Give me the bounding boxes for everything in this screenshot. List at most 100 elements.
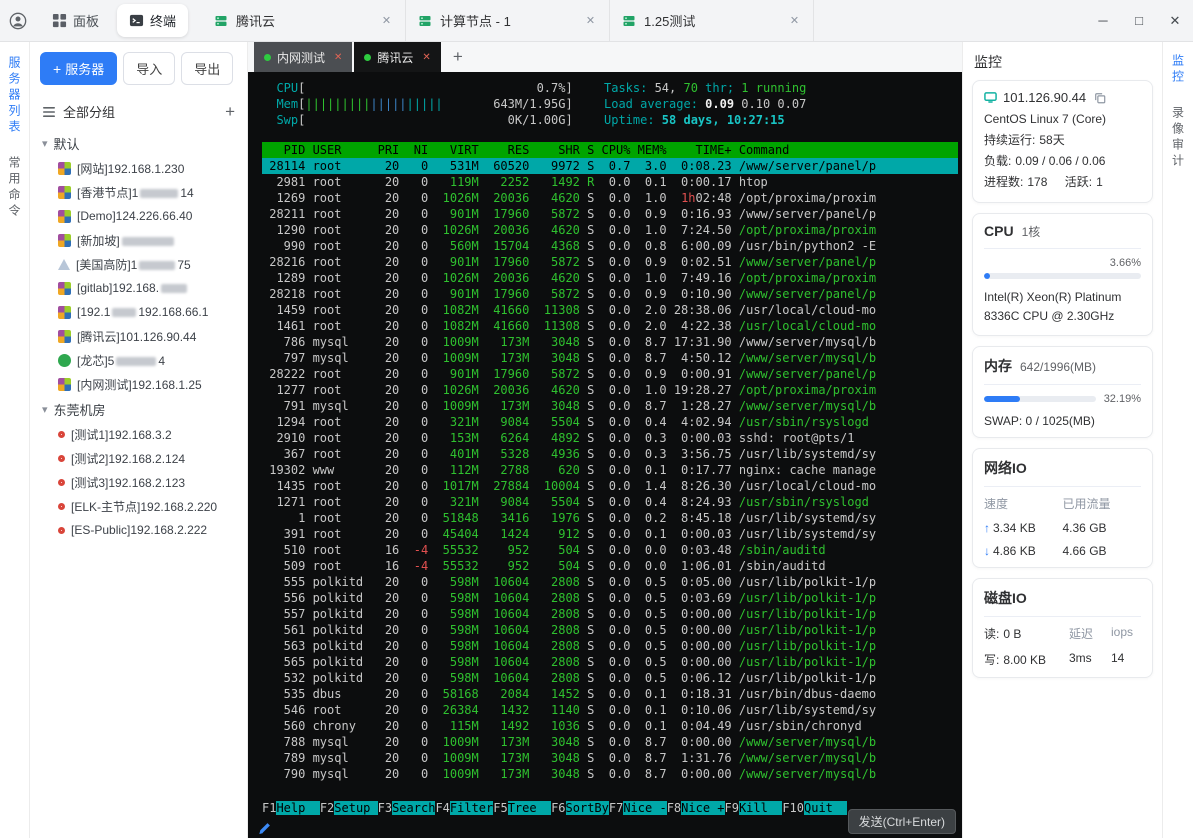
disk-read-value: 0 B — [1003, 627, 1022, 641]
process-row[interactable]: 1289 root 20 0 1026M 20036 4620 S 0.0 1.… — [262, 270, 958, 286]
process-row[interactable]: 1290 root 20 0 1026M 20036 4620 S 0.0 1.… — [262, 222, 958, 238]
process-row[interactable]: 2910 root 20 0 153M 6264 4892 S 0.0 0.3 … — [262, 430, 958, 446]
all-groups-row[interactable]: 全部分组 + — [30, 93, 247, 128]
process-row[interactable]: 1294 root 20 0 321M 9084 5504 S 0.0 0.4 … — [262, 414, 958, 430]
edit-pencil-icon[interactable] — [258, 821, 272, 835]
server-item[interactable]: [内网测试]192.168.1.25 — [30, 372, 247, 396]
process-row[interactable]: 789 mysql 20 0 1009M 173M 3048 S 0.0 8.7… — [262, 750, 958, 766]
process-row[interactable]: 790 mysql 20 0 1009M 173M 3048 S 0.0 8.7… — [262, 766, 958, 782]
left-strip-item[interactable]: 服务器列表 — [6, 56, 23, 136]
server-item[interactable]: [龙芯]5 4 — [30, 348, 247, 372]
fkey-action[interactable]: Search — [392, 801, 436, 815]
process-row[interactable]: 1435 root 20 0 1017M 27884 10004 S 0.0 1… — [262, 478, 958, 494]
disk-iops-value: 14 — [1111, 651, 1125, 665]
fkey-action[interactable]: SortBy — [565, 801, 609, 815]
process-row[interactable]: 1459 root 20 0 1082M 41660 11308 S 0.0 2… — [262, 302, 958, 318]
server-item[interactable]: [新加坡] — [30, 228, 247, 252]
process-row[interactable]: 797 mysql 20 0 1009M 173M 3048 S 0.0 8.7… — [262, 350, 958, 366]
nav-tab-terminal[interactable]: 终端 — [117, 4, 189, 37]
process-row[interactable]: 28218 root 20 0 901M 17960 5872 S 0.0 0.… — [262, 286, 958, 302]
process-row[interactable]: 532 polkitd 20 0 598M 10604 2808 S 0.0 0… — [262, 670, 958, 686]
close-session-icon[interactable]: ✕ — [380, 12, 393, 29]
process-row[interactable]: 1271 root 20 0 321M 9084 5504 S 0.0 0.4 … — [262, 494, 958, 510]
close-button[interactable]: ✕ — [1157, 7, 1193, 35]
process-row[interactable]: 556 polkitd 20 0 598M 10604 2808 S 0.0 0… — [262, 590, 958, 606]
process-row[interactable]: 535 dbus 20 0 58168 2084 1452 S 0.0 0.1 … — [262, 686, 958, 702]
process-row[interactable]: 561 polkitd 20 0 598M 10604 2808 S 0.0 0… — [262, 622, 958, 638]
terminal-screen[interactable]: CPU[ 0.7%] Tasks: 54, 70 thr; 1 running M… — [248, 72, 962, 838]
process-row[interactable]: 1461 root 20 0 1082M 41660 11308 S 0.0 2… — [262, 318, 958, 334]
server-item[interactable]: [美国高防]1 75 — [30, 252, 247, 276]
process-row[interactable]: 990 root 20 0 560M 15704 4368 S 0.0 0.8 … — [262, 238, 958, 254]
server-item[interactable]: [香港节点]1 14 — [30, 180, 247, 204]
process-row[interactable]: 555 polkitd 20 0 598M 10604 2808 S 0.0 0… — [262, 574, 958, 590]
process-row[interactable]: 28211 root 20 0 901M 17960 5872 S 0.0 0.… — [262, 206, 958, 222]
export-button[interactable]: 导出 — [181, 52, 234, 85]
close-session-icon[interactable]: ✕ — [788, 12, 801, 29]
fkey-action[interactable]: Nice - — [623, 801, 667, 815]
server-group[interactable]: ▾ 东莞机房 — [30, 396, 247, 422]
process-row[interactable]: 19302 www 20 0 112M 2788 620 S 0.0 0.1 0… — [262, 462, 958, 478]
add-group-button[interactable]: + — [225, 103, 235, 120]
session-tab[interactable]: 计算节点 - 1 ✕ — [405, 0, 611, 41]
server-item[interactable]: [测试1]192.168.3.2 — [30, 422, 247, 446]
left-strip-item[interactable]: 常用命令 — [6, 156, 23, 220]
process-row[interactable]: 28222 root 20 0 901M 17960 5872 S 0.0 0.… — [262, 366, 958, 382]
minimize-button[interactable]: ─ — [1085, 7, 1121, 34]
right-strip-item[interactable]: 监控 — [1170, 54, 1187, 86]
server-item[interactable]: [测试3]192.168.2.123 — [30, 470, 247, 494]
process-row[interactable]: 2981 root 20 0 119M 2252 1492 R 0.0 0.1 … — [262, 174, 958, 190]
close-terminal-tab-icon[interactable]: ✕ — [422, 52, 430, 63]
terminal-tab[interactable]: 腾讯云 ✕ — [354, 42, 441, 72]
process-row[interactable]: 557 polkitd 20 0 598M 10604 2808 S 0.0 0… — [262, 606, 958, 622]
close-terminal-tab-icon[interactable]: ✕ — [334, 52, 342, 63]
session-tab[interactable]: 腾讯云 ✕ — [202, 0, 407, 41]
server-item[interactable]: [测试2]192.168.2.124 — [30, 446, 247, 470]
process-row[interactable]: 28114 root 20 0 531M 60520 9972 S 0.7 3.… — [262, 158, 958, 174]
fkey-action[interactable]: Tree — [507, 801, 552, 815]
process-row[interactable]: 28216 root 20 0 901M 17960 5872 S 0.0 0.… — [262, 254, 958, 270]
process-row[interactable]: 1269 root 20 0 1026M 20036 4620 S 0.0 1.… — [262, 190, 958, 206]
process-row[interactable]: 509 root 16 -4 55532 952 504 S 0.0 0.0 1… — [262, 558, 958, 574]
right-strip-item[interactable]: 录像审计 — [1170, 106, 1187, 170]
server-item[interactable]: [腾讯云]101.126.90.44 — [30, 324, 247, 348]
session-tab[interactable]: 1.25测试 ✕ — [609, 0, 815, 41]
process-row[interactable]: 546 root 20 0 26384 1432 1140 S 0.0 0.1 … — [262, 702, 958, 718]
server-item[interactable]: [192.1 192.168.66.1 — [30, 300, 247, 324]
import-button[interactable]: 导入 — [123, 52, 176, 85]
user-home-button[interactable] — [0, 11, 36, 31]
fkey-label: F8 — [666, 801, 682, 815]
add-server-button[interactable]: + 服务器 — [40, 52, 118, 85]
process-row[interactable]: 563 polkitd 20 0 598M 10604 2808 S 0.0 0… — [262, 638, 958, 654]
new-terminal-tab-button[interactable]: + — [453, 47, 463, 67]
server-item[interactable]: [gitlab]192.168. — [30, 276, 247, 300]
htop-header[interactable]: PID USER PRI NI VIRT RES SHR S CPU% MEM%… — [262, 142, 958, 158]
process-row[interactable]: 786 mysql 20 0 1009M 173M 3048 S 0.0 8.7… — [262, 334, 958, 350]
server-item[interactable]: [ES-Public]192.168.2.222 — [30, 518, 247, 542]
fkey-action[interactable]: Setup — [334, 801, 378, 815]
process-row[interactable]: 1277 root 20 0 1026M 20036 4620 S 0.0 1.… — [262, 382, 958, 398]
process-row[interactable]: 560 chrony 20 0 115M 1492 1036 S 0.0 0.1… — [262, 718, 958, 734]
nav-tab-panel[interactable]: 面板 — [40, 4, 111, 37]
terminal-tab[interactable]: 内网测试 ✕ — [254, 42, 353, 72]
close-session-icon[interactable]: ✕ — [584, 12, 597, 29]
maximize-button[interactable]: □ — [1121, 7, 1157, 34]
process-row[interactable]: 367 root 20 0 401M 5328 4936 S 0.0 0.3 3… — [262, 446, 958, 462]
process-row[interactable]: 565 polkitd 20 0 598M 10604 2808 S 0.0 0… — [262, 654, 958, 670]
copy-icon[interactable] — [1094, 92, 1106, 104]
process-row[interactable]: 391 root 20 0 45404 1424 912 S 0.0 0.1 0… — [262, 526, 958, 542]
send-button[interactable]: 发送(Ctrl+Enter) — [847, 809, 956, 834]
process-row[interactable]: 791 mysql 20 0 1009M 173M 3048 S 0.0 8.7… — [262, 398, 958, 414]
fkey-action[interactable]: Nice + — [681, 801, 725, 815]
server-item[interactable]: [ELK-主节点]192.168.2.220 — [30, 494, 247, 518]
process-row[interactable]: 510 root 16 -4 55532 952 504 S 0.0 0.0 0… — [262, 542, 958, 558]
fkey-action[interactable]: Filter — [449, 801, 494, 815]
server-item[interactable]: [Demo]124.226.66.40 — [30, 204, 247, 228]
process-row[interactable]: 788 mysql 20 0 1009M 173M 3048 S 0.0 8.7… — [262, 734, 958, 750]
server-item[interactable]: [网站]192.168.1.230 — [30, 156, 247, 180]
fkey-action[interactable]: Help — [276, 801, 320, 815]
server-group[interactable]: ▾ 默认 — [30, 130, 247, 156]
process-row[interactable]: 1 root 20 0 51848 3416 1976 S 0.0 0.2 8:… — [262, 510, 958, 526]
fkey-action[interactable]: Kill — [738, 801, 783, 815]
fkey-action[interactable]: Quit — [804, 801, 848, 815]
